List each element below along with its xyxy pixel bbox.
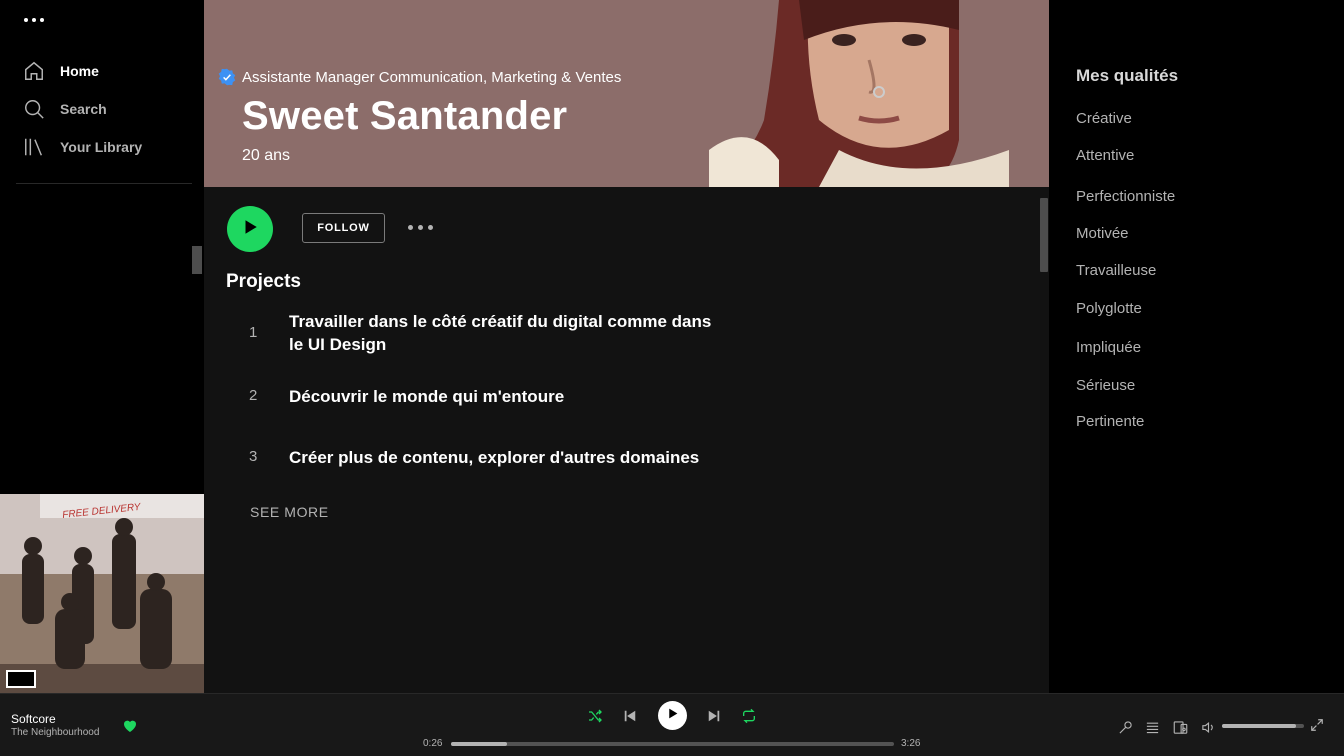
project-row[interactable]: 3 Créer plus de contenu, explorer d'autr… bbox=[204, 446, 904, 472]
projects-title: Projects bbox=[226, 271, 301, 292]
sidebar-item-library[interactable]: Your Library bbox=[22, 128, 142, 166]
project-text: Créer plus de contenu, explorer d'autres… bbox=[289, 448, 700, 467]
dot bbox=[32, 18, 36, 22]
dot bbox=[40, 18, 44, 22]
quality-item: Pertinente bbox=[1076, 413, 1145, 430]
app-menu-button[interactable] bbox=[24, 18, 44, 22]
quality-item: Motivée bbox=[1076, 225, 1129, 242]
dot bbox=[408, 225, 413, 230]
qualities-title: Mes qualités bbox=[1076, 66, 1179, 85]
track-artist[interactable]: The Neighbourhood bbox=[11, 727, 99, 738]
follow-button[interactable]: FOLLOW bbox=[302, 213, 385, 243]
quality-item: Travailleuse bbox=[1076, 262, 1157, 279]
sidebar: Home Search Your Library FREE DELIVERY bbox=[0, 0, 204, 693]
quality-item: Polyglotte bbox=[1076, 300, 1142, 317]
player-bar: Softcore The Neighbourhood 0:26 3:26 bbox=[0, 693, 1344, 756]
project-number: 1 bbox=[249, 324, 258, 341]
quality-item: Créative bbox=[1076, 110, 1132, 127]
time-total: 3:26 bbox=[901, 738, 921, 749]
progress-bar[interactable] bbox=[451, 742, 894, 746]
quality-item: Perfectionniste bbox=[1076, 188, 1176, 205]
sidebar-item-search[interactable]: Search bbox=[22, 90, 142, 128]
heart-icon[interactable] bbox=[122, 718, 138, 734]
fullscreen-icon[interactable] bbox=[1308, 716, 1326, 734]
project-number: 3 bbox=[249, 448, 258, 465]
project-row[interactable]: 2 Découvrir le monde qui m'entoure bbox=[204, 385, 904, 411]
previous-icon[interactable] bbox=[621, 707, 639, 725]
sidebar-scrollbar[interactable] bbox=[192, 246, 202, 274]
sidebar-nav: Home Search Your Library bbox=[22, 52, 142, 166]
project-text: Travailler dans le côté créatif du digit… bbox=[289, 312, 712, 354]
volume-slider[interactable] bbox=[1222, 724, 1304, 728]
sidebar-item-label: Search bbox=[60, 101, 107, 117]
profile-photo bbox=[709, 0, 1049, 187]
play-icon bbox=[241, 218, 259, 241]
volume-icon[interactable] bbox=[1199, 718, 1217, 736]
dot bbox=[428, 225, 433, 230]
see-more-link[interactable]: SEE MORE bbox=[250, 504, 329, 520]
main-scrollbar[interactable] bbox=[1040, 198, 1048, 272]
album-cover[interactable]: FREE DELIVERY bbox=[0, 494, 204, 693]
sidebar-item-label: Home bbox=[60, 63, 99, 79]
profile-role: Assistante Manager Communication, Market… bbox=[242, 69, 622, 86]
qualities-panel: Mes qualités Créative Attentive Perfecti… bbox=[1049, 0, 1344, 693]
player-play-button[interactable] bbox=[658, 701, 687, 730]
main-content: Assistante Manager Communication, Market… bbox=[204, 0, 1049, 693]
more-options-button[interactable] bbox=[408, 225, 433, 230]
library-icon bbox=[22, 135, 46, 159]
project-number: 2 bbox=[249, 387, 258, 404]
volume-fill bbox=[1222, 724, 1296, 728]
project-row[interactable]: 1 Travailler dans le côté créatif du dig… bbox=[204, 310, 904, 360]
sidebar-item-label: Your Library bbox=[60, 139, 143, 155]
time-current: 0:26 bbox=[423, 738, 443, 749]
track-title[interactable]: Softcore bbox=[11, 712, 56, 726]
dot bbox=[418, 225, 423, 230]
progress-fill bbox=[451, 742, 507, 746]
repeat-icon[interactable] bbox=[740, 707, 758, 725]
quality-item: Sérieuse bbox=[1076, 377, 1136, 394]
profile-header: Assistante Manager Communication, Market… bbox=[204, 0, 1049, 187]
quality-item: Impliquée bbox=[1076, 339, 1142, 356]
profile-name: Sweet Santander bbox=[242, 94, 568, 138]
sidebar-divider bbox=[16, 183, 192, 184]
sidebar-item-home[interactable]: Home bbox=[22, 52, 142, 90]
play-button[interactable] bbox=[227, 206, 273, 252]
shuffle-icon[interactable] bbox=[586, 707, 604, 725]
project-text: Découvrir le monde qui m'entoure bbox=[289, 387, 565, 406]
quality-item: Attentive bbox=[1076, 147, 1135, 164]
profile-age: 20 ans bbox=[242, 147, 291, 164]
home-icon bbox=[22, 59, 46, 83]
dot bbox=[24, 18, 28, 22]
devices-icon[interactable] bbox=[1171, 718, 1189, 736]
next-icon[interactable] bbox=[705, 707, 723, 725]
microphone-icon[interactable] bbox=[1116, 718, 1134, 736]
search-icon bbox=[22, 97, 46, 121]
verified-icon bbox=[218, 68, 236, 86]
play-icon bbox=[666, 707, 679, 725]
queue-icon[interactable] bbox=[1143, 718, 1161, 736]
